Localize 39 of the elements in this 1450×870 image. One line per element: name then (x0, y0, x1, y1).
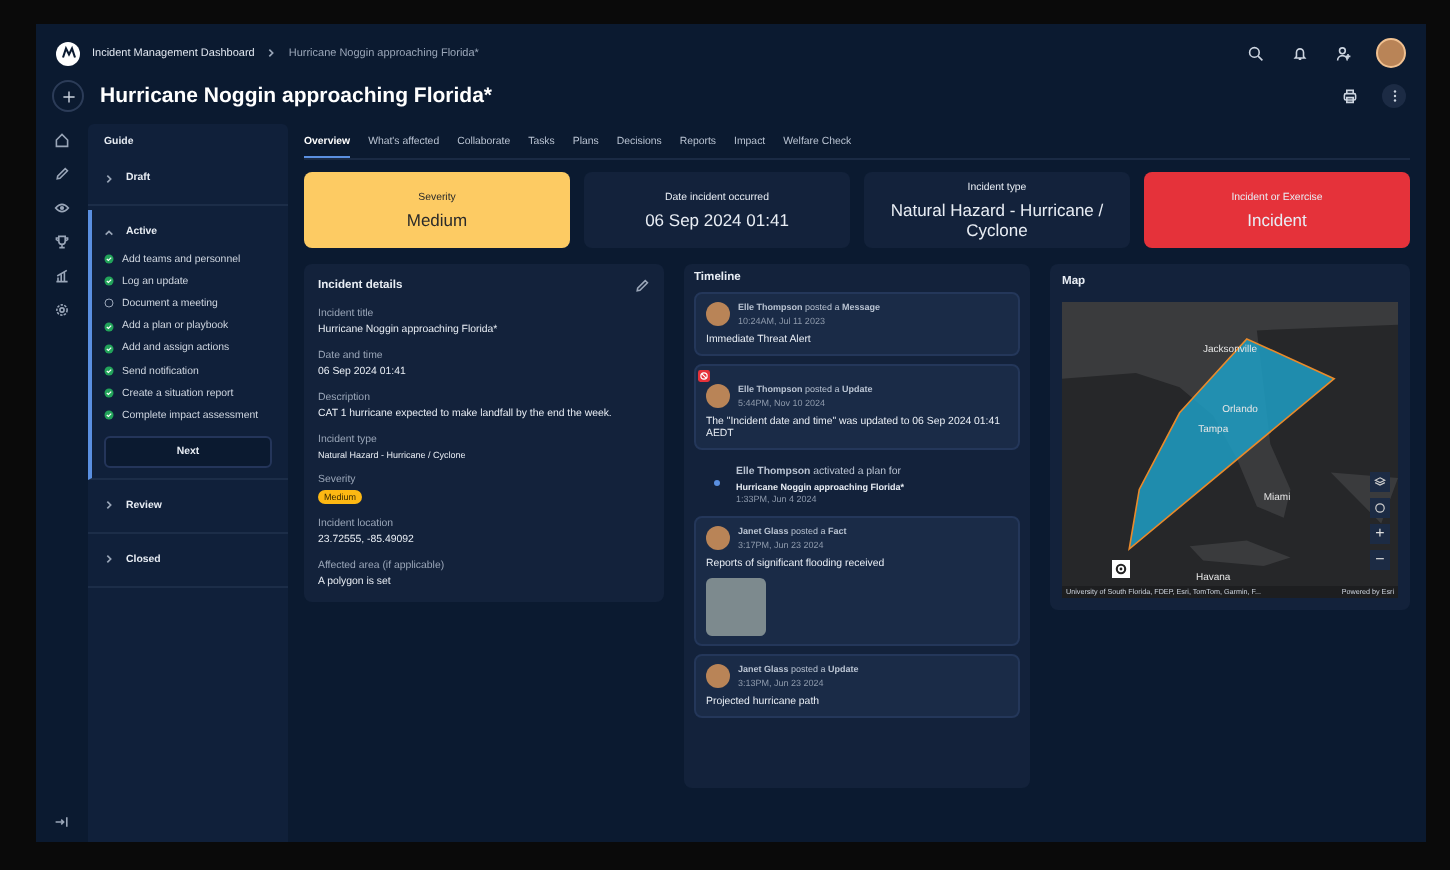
chevron-right-icon (266, 48, 277, 58)
trophy-icon[interactable] (54, 234, 70, 250)
user-avatar (706, 384, 730, 408)
zoom-in-button[interactable]: + (1370, 524, 1390, 544)
card-value: Medium (406, 209, 468, 229)
chevron-right-icon (104, 554, 114, 564)
settings-icon[interactable] (54, 302, 70, 318)
page-title: Hurricane Noggin approaching Florida* (100, 84, 493, 108)
pencil-icon[interactable] (634, 278, 650, 294)
pencil-icon[interactable] (54, 166, 70, 182)
bell-icon[interactable] (1292, 45, 1308, 61)
add-button[interactable] (52, 80, 84, 112)
user-avatar (706, 302, 730, 326)
chevron-up-icon (104, 227, 114, 237)
card-value: Natural Hazard - Hurricane / Cyclone (888, 199, 1106, 239)
plus-icon (61, 89, 75, 103)
logout-icon[interactable] (54, 814, 70, 830)
zoom-out-button[interactable]: − (1370, 550, 1390, 570)
chevron-right-icon (104, 500, 114, 510)
user-add-icon[interactable] (1336, 45, 1352, 61)
card-value: Incident (1247, 209, 1307, 229)
card-value: 06 Sep 2024 01:41 (645, 209, 789, 229)
print-icon[interactable] (1342, 88, 1358, 104)
user-avatar (706, 664, 730, 688)
compass-button[interactable] (1370, 498, 1390, 518)
alert-icon (698, 370, 710, 382)
eye-icon[interactable] (54, 200, 70, 216)
layers-button[interactable] (1370, 472, 1390, 492)
more-vertical-icon (1391, 88, 1397, 104)
user-avatar[interactable] (1376, 38, 1406, 68)
locate-button[interactable] (1112, 560, 1130, 578)
timeline-dot (714, 480, 720, 486)
user-avatar (706, 526, 730, 550)
home-icon[interactable] (54, 132, 70, 148)
more-button[interactable] (1382, 84, 1406, 108)
chart-icon[interactable] (54, 268, 70, 284)
chevron-right-icon (104, 173, 114, 183)
search-icon[interactable] (1248, 45, 1264, 61)
logo-icon (56, 41, 80, 65)
